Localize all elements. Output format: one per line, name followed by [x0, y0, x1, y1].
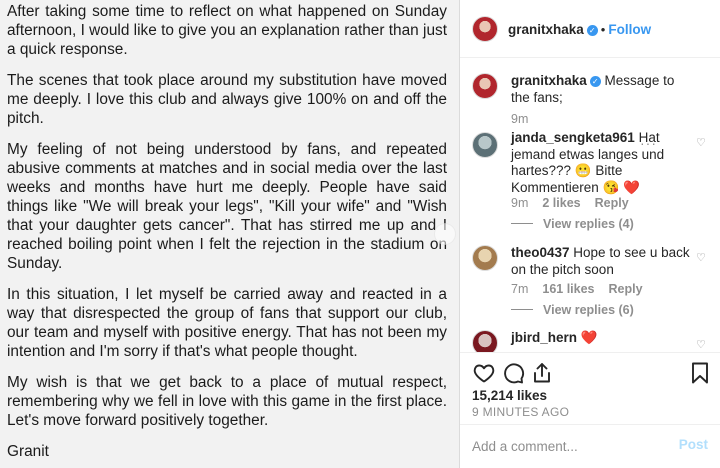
statement-paragraph: The scenes that took place around my sub… — [7, 72, 447, 127]
replies-divider — [511, 223, 533, 224]
view-replies-label: View replies (4) — [543, 217, 634, 231]
caption-time: 9m — [511, 112, 529, 126]
like-comment-heart-icon[interactable]: ♡ — [696, 138, 706, 149]
comment-text: ❤️ — [580, 330, 598, 345]
post-timestamp: 9 MINUTES AGO — [472, 405, 570, 419]
caption-username[interactable]: granitxhaka — [511, 73, 587, 88]
avatar[interactable] — [472, 16, 498, 42]
avatar[interactable] — [472, 330, 498, 352]
comment-text-block: theo0437 Hope to see u back on the pitch… — [511, 245, 694, 278]
comment-meta: 7m 161 likes Reply View replies (6) — [511, 282, 643, 317]
post-image[interactable]: After taking some time to reflect on wha… — [0, 0, 460, 468]
like-comment-heart-icon[interactable]: ♡ — [696, 340, 706, 351]
comments-section[interactable]: granitxhaka ✓ Message to the fans; 9m ···… — [460, 58, 720, 352]
comment-username[interactable]: janda_sengketa961 — [511, 130, 635, 145]
statement-paragraph: In this situation, I let myself be carri… — [7, 286, 447, 360]
post-button[interactable]: Post — [679, 437, 708, 452]
header-separator: • — [600, 22, 606, 37]
like-heart-icon[interactable] — [472, 361, 496, 385]
verified-badge-icon: ✓ — [589, 76, 601, 87]
post-side-panel: granitxhaka ✓ • Follow granitxhaka ✓ Message… — [460, 0, 720, 468]
statement-paragraph: My feeling of not being understood by fa… — [7, 141, 447, 272]
caption-text-block: granitxhaka ✓ Message to the fans; — [511, 73, 694, 106]
comment-meta: 9m 2 likes Reply View replies (4) — [511, 196, 634, 231]
add-comment-bar: Post — [460, 424, 720, 468]
verified-badge-icon: ✓ — [586, 25, 598, 36]
comment-time: 7m — [511, 282, 529, 296]
comment-text-block: janda_sengketa961 Hat jemand etwas lange… — [511, 130, 694, 196]
statement-text: After taking some time to reflect on wha… — [7, 2, 447, 468]
like-comment-heart-icon[interactable]: ♡ — [696, 253, 706, 264]
bookmark-icon[interactable] — [688, 361, 712, 385]
statement-paragraph: My wish is that we get back to a place o… — [7, 374, 447, 429]
comment-meta-line: 9m 2 likes Reply — [511, 196, 634, 210]
avatar[interactable] — [472, 132, 498, 158]
comment-likes[interactable]: 2 likes — [542, 196, 580, 210]
comment-bubble-icon[interactable] — [501, 361, 525, 385]
view-replies-button[interactable]: View replies (4) — [511, 217, 634, 231]
statement-signature: Granit — [7, 443, 49, 460]
comment-text-block: jbird_hern ❤️ — [511, 330, 694, 347]
comment-username[interactable]: theo0437 — [511, 245, 570, 260]
header-username[interactable]: granitxhaka — [508, 22, 584, 37]
view-replies-label: View replies (6) — [543, 303, 634, 317]
share-icon[interactable] — [530, 361, 554, 385]
avatar[interactable] — [472, 245, 498, 271]
comment-time: 9m — [511, 196, 529, 210]
add-comment-input[interactable] — [472, 437, 662, 455]
post-header: granitxhaka ✓ • Follow — [460, 0, 720, 58]
avatar[interactable] — [472, 73, 498, 99]
comment-username[interactable]: jbird_hern — [511, 330, 577, 345]
post-actions: 15,214 likes 9 MINUTES AGO — [460, 352, 720, 424]
reply-button[interactable]: Reply — [595, 196, 629, 210]
view-replies-button[interactable]: View replies (6) — [511, 303, 643, 317]
likes-count[interactable]: 15,214 likes — [472, 388, 547, 403]
replies-divider — [511, 309, 533, 310]
image-indicator-dot[interactable] — [434, 223, 456, 245]
comment-meta-line: 7m 161 likes Reply — [511, 282, 643, 296]
reply-button[interactable]: Reply — [609, 282, 643, 296]
header-user-line: granitxhaka ✓ • Follow — [508, 21, 651, 39]
comment-likes[interactable]: 161 likes — [542, 282, 594, 296]
follow-button[interactable]: Follow — [608, 22, 651, 37]
statement-paragraph: After taking some time to reflect on wha… — [7, 3, 447, 58]
